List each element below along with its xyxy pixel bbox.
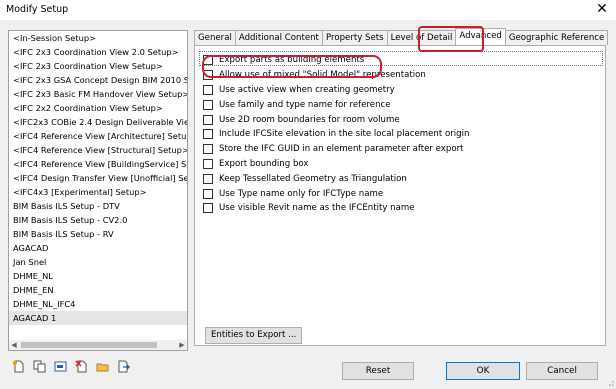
setup-item[interactable]: DHME_NL: [9, 269, 187, 283]
option-store-ifc-guid[interactable]: Store the IFC GUID in an element paramet…: [203, 142, 469, 157]
setup-item[interactable]: <IFC 2x2 Coordination View Setup>: [9, 101, 187, 115]
setup-item[interactable]: <IFC4x3 [Experimental] Setup>: [9, 185, 187, 199]
delete-setup-icon[interactable]: [75, 360, 88, 373]
option-mixed-solid-model[interactable]: Allow use of mixed "Solid Model" represe…: [203, 68, 469, 83]
checkbox[interactable]: [203, 158, 213, 169]
scroll-right-icon[interactable]: ▶: [177, 340, 187, 350]
options-list: Export parts as building elements Allow …: [202, 53, 469, 216]
import-setup-icon[interactable]: [96, 360, 109, 373]
resize-grip-icon[interactable]: [606, 378, 614, 386]
option-visible-revit-name[interactable]: Use visible Revit name as the IFCEntity …: [203, 201, 469, 216]
setup-item[interactable]: <IFC2x3 COBie 2.4 Design Deliverable Vie…: [9, 115, 187, 129]
option-label: Include IFCSite elevation in the site lo…: [219, 129, 470, 140]
option-active-view[interactable]: Use active view when creating geometry: [203, 83, 469, 98]
option-ifcsite-elevation[interactable]: Include IFCSite elevation in the site lo…: [203, 127, 469, 142]
setup-item[interactable]: <IFC 2x3 Basic FM Handover View Setup>: [9, 87, 187, 101]
tab-additional-content[interactable]: Additional Content: [234, 30, 323, 45]
option-tessellated-triangulation[interactable]: Keep Tessellated Geometry as Triangulati…: [203, 171, 469, 186]
setup-item[interactable]: <IFC4 Design Transfer View [Unofficial] …: [9, 171, 187, 185]
option-label: Store the IFC GUID in an element paramet…: [219, 144, 464, 155]
option-2d-room-boundaries[interactable]: Use 2D room boundaries for room volume: [203, 112, 469, 127]
title-bar: Modify Setup ✕: [0, 0, 616, 20]
advanced-panel: Export parts as building elements Allow …: [194, 45, 606, 346]
setup-item[interactable]: BIM Basis ILS Setup - RV: [9, 227, 187, 241]
option-label: Use visible Revit name as the IFCEntity …: [219, 203, 415, 214]
option-label: Keep Tessellated Geometry as Triangulati…: [219, 173, 407, 184]
option-label: Use Type name only for IFCType name: [219, 188, 384, 199]
setup-item[interactable]: <IFC 2x3 Coordination View 2.0 Setup>: [9, 45, 187, 59]
tab-strip: General Additional Content Property Sets…: [194, 28, 609, 45]
tab-level-of-detail[interactable]: Level of Detail: [386, 30, 457, 45]
option-label: Export parts as building elements: [219, 55, 365, 66]
rename-setup-icon[interactable]: [54, 360, 67, 373]
option-label: Export bounding box: [219, 158, 309, 169]
option-label: Allow use of mixed "Solid Model" represe…: [219, 70, 426, 81]
checkbox[interactable]: [203, 144, 213, 155]
setup-item[interactable]: DHME_NL_IFC4: [9, 297, 187, 311]
export-setup-icon[interactable]: [117, 360, 130, 373]
scroll-thumb[interactable]: [21, 342, 157, 348]
setup-list-scrollbar[interactable]: ◀ ▶: [8, 340, 188, 351]
setup-item[interactable]: <IFC 2x3 GSA Concept Design BIM 2010 Set…: [9, 73, 187, 87]
option-family-type-name[interactable]: Use family and type name for reference: [203, 97, 469, 112]
setup-item[interactable]: <IFC4 Reference View [Architecture] Setu…: [9, 129, 187, 143]
tab-property-sets[interactable]: Property Sets: [321, 30, 388, 45]
setup-item[interactable]: BIM Basis ILS Setup - DTV: [9, 199, 187, 213]
option-label: Use family and type name for reference: [219, 99, 391, 110]
option-label: Use active view when creating geometry: [219, 84, 395, 95]
checkbox[interactable]: [203, 70, 213, 81]
setup-item[interactable]: Jan Snel: [9, 255, 187, 269]
duplicate-setup-icon[interactable]: [33, 360, 46, 373]
option-export-parts[interactable]: Export parts as building elements: [203, 53, 469, 68]
reset-button[interactable]: Reset: [342, 362, 414, 380]
tab-advanced[interactable]: Advanced: [455, 28, 506, 45]
checkbox[interactable]: [203, 99, 213, 110]
setup-item[interactable]: DHME_EN: [9, 283, 187, 297]
setup-item-selected[interactable]: AGACAD 1: [9, 311, 187, 325]
checkbox[interactable]: [203, 129, 213, 140]
checkbox[interactable]: [203, 188, 213, 199]
setup-item[interactable]: <IFC4 Reference View [Structural] Setup>: [9, 143, 187, 157]
checkbox[interactable]: [203, 55, 213, 66]
new-setup-icon[interactable]: [12, 360, 25, 373]
option-bounding-box[interactable]: Export bounding box: [203, 157, 469, 172]
setup-list[interactable]: <In-Session Setup> <IFC 2x3 Coordination…: [8, 30, 188, 342]
ok-button[interactable]: OK: [446, 362, 520, 380]
checkbox[interactable]: [203, 84, 213, 95]
setup-item[interactable]: <IFC4 Reference View [BuildingService] S…: [9, 157, 187, 171]
tab-geographic-reference[interactable]: Geographic Reference: [504, 30, 609, 45]
tab-general[interactable]: General: [194, 30, 236, 45]
close-icon[interactable]: ✕: [594, 1, 610, 17]
setup-item[interactable]: AGACAD: [9, 241, 187, 255]
checkbox[interactable]: [203, 173, 213, 184]
setup-item[interactable]: <IFC 2x3 Coordination View Setup>: [9, 59, 187, 73]
setup-toolbar: [12, 360, 130, 374]
entities-to-export-button[interactable]: Entities to Export ...: [205, 327, 303, 344]
checkbox[interactable]: [203, 203, 213, 214]
setup-item[interactable]: <In-Session Setup>: [9, 31, 187, 45]
window-title: Modify Setup: [6, 4, 69, 15]
scroll-left-icon[interactable]: ◀: [9, 340, 19, 350]
option-type-name-only[interactable]: Use Type name only for IFCType name: [203, 186, 469, 201]
cancel-button[interactable]: Cancel: [526, 362, 598, 380]
setup-item[interactable]: BIM Basis ILS Setup - CV2.0: [9, 213, 187, 227]
checkbox[interactable]: [203, 114, 213, 125]
option-label: Use 2D room boundaries for room volume: [219, 114, 400, 125]
